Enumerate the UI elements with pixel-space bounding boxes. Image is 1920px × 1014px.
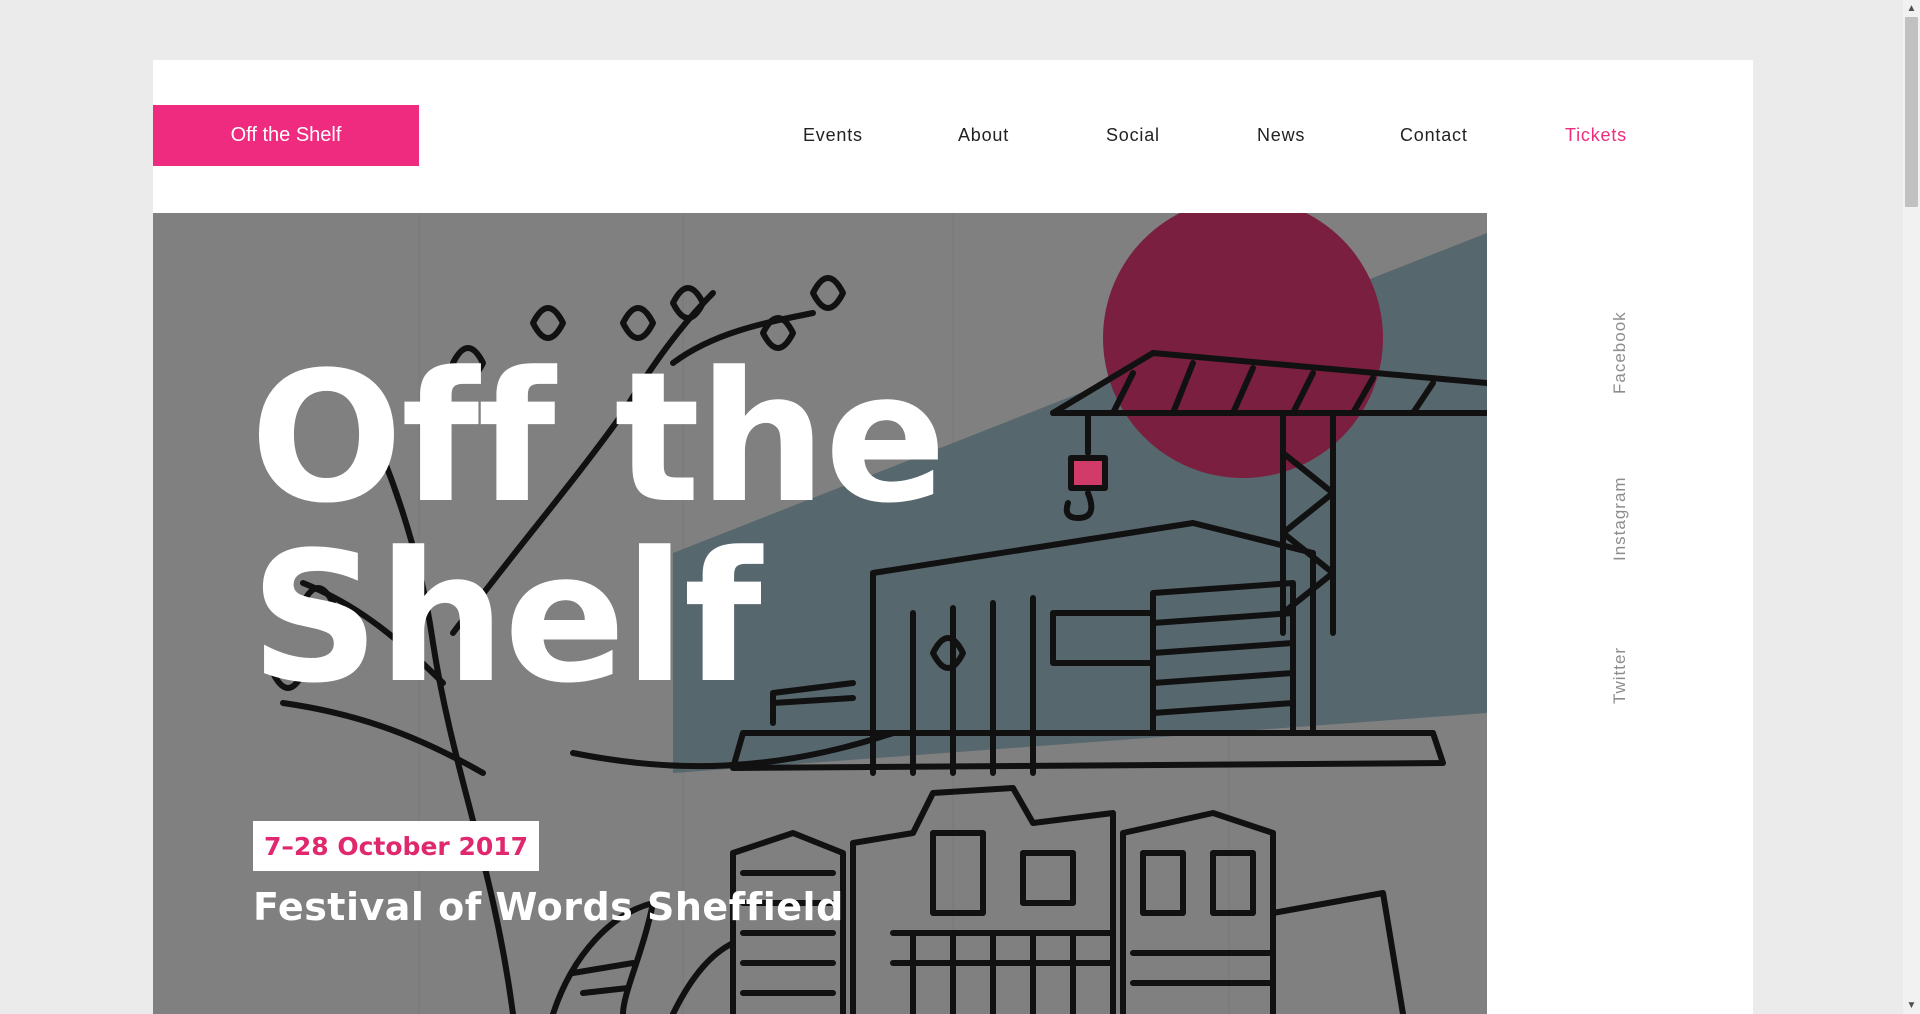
festival-dates-text: 7–28 October 2017 <box>263 831 529 861</box>
scrollbar-thumb[interactable] <box>1905 17 1918 207</box>
social-link-instagram[interactable]: Instagram <box>1610 476 1630 561</box>
main-nav: Events About Social News Contact Tickets <box>153 125 1753 147</box>
nav-item-social[interactable]: Social <box>1106 125 1160 146</box>
festival-dates-badge: 7–28 October 2017 <box>253 821 539 871</box>
page-container: Off the Shelf Events About Social News C… <box>153 60 1753 1014</box>
arrow-down-icon[interactable]: ▼ <box>1903 997 1920 1014</box>
page-scrollbar[interactable]: ▲ ▼ <box>1903 0 1920 1014</box>
hero-banner: Off the Shelf Festival of Words Sheffiel… <box>153 213 1487 1014</box>
nav-item-tickets[interactable]: Tickets <box>1565 125 1627 146</box>
nav-item-news[interactable]: News <box>1257 125 1305 146</box>
hero-subtitle: Festival of Words Sheffield <box>253 885 844 929</box>
hero-title-line-1: Off the <box>250 334 947 543</box>
social-link-twitter[interactable]: Twitter <box>1610 647 1630 704</box>
nav-item-contact[interactable]: Contact <box>1400 125 1468 146</box>
hero-title: Off the Shelf <box>250 334 947 723</box>
nav-item-about[interactable]: About <box>958 125 1009 146</box>
hero-title-line-2: Shelf <box>250 514 762 723</box>
nav-item-events[interactable]: Events <box>803 125 863 146</box>
social-link-facebook[interactable]: Facebook <box>1610 311 1630 394</box>
arrow-up-icon[interactable]: ▲ <box>1903 0 1920 17</box>
